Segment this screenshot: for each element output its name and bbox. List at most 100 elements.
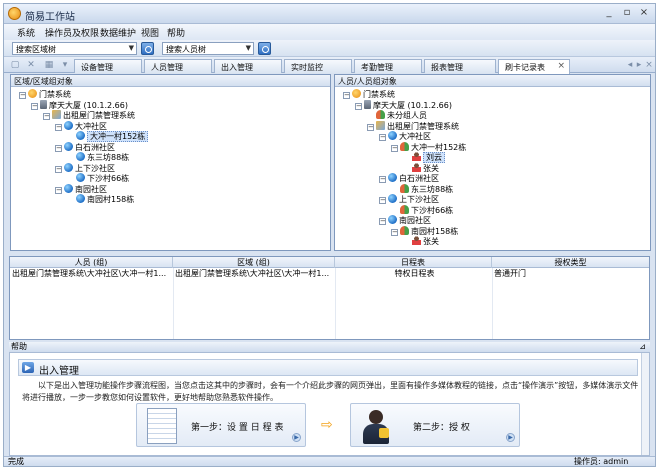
step2-card[interactable]: 第二步：授 权 ▶ <box>350 403 520 447</box>
tree-node-label: 刘云 <box>423 152 445 163</box>
step1-card[interactable]: 第一步：设 置 日 程 表 ▶ <box>136 403 306 447</box>
tree-node[interactable]: 下沙村66栋 <box>67 173 129 184</box>
globe-icon <box>76 173 85 182</box>
people-icon <box>376 110 385 119</box>
menu-operators[interactable]: 操作员及权限 <box>42 26 102 39</box>
tree-node[interactable]: − 南园社区 <box>55 183 107 195</box>
tree-node[interactable]: 南园村158栋 <box>67 194 134 205</box>
tab-realtime-monitor[interactable]: 实时监控 <box>284 59 352 73</box>
tree-node[interactable]: − 出租屋门禁管理系统 <box>43 110 135 121</box>
collapse-toggle-icon[interactable]: − <box>55 144 62 152</box>
maximize-button[interactable]: ▫ <box>620 7 634 20</box>
collapse-toggle-icon[interactable]: − <box>43 113 50 120</box>
globe-icon <box>388 215 397 224</box>
collapse-toggle-icon[interactable]: − <box>379 218 386 225</box>
minimize-button[interactable]: _ <box>602 7 616 20</box>
collapse-toggle-icon[interactable]: − <box>55 186 62 194</box>
tree-node[interactable]: − 大冲社区 <box>55 120 107 132</box>
globe-icon <box>388 194 397 203</box>
collapse-toggle-icon[interactable]: − <box>343 92 350 99</box>
tree-node[interactable]: 下沙村66栋 <box>391 204 453 216</box>
globe-icon <box>76 131 85 140</box>
tree-node[interactable]: − 门禁系统 <box>343 89 395 100</box>
tree-node[interactable]: − 白石洲社区 <box>379 173 439 184</box>
pin-icon[interactable]: ⊿ <box>639 342 646 352</box>
tab-device-management[interactable]: 设备管理 <box>74 59 142 73</box>
tree-node-label: 摩天大厦 (10.1.2.66) <box>373 100 452 110</box>
collapse-toggle-icon[interactable]: − <box>367 123 374 131</box>
tab-attendance[interactable]: 考勤管理 <box>354 59 422 73</box>
collapse-toggle-icon[interactable]: − <box>379 134 386 141</box>
tree-node[interactable]: 未分组人员 <box>367 110 427 121</box>
tree-node[interactable]: 大冲一村152栋 <box>67 131 149 142</box>
cell-auth-type[interactable]: 普通开门 <box>492 269 649 279</box>
menu-view[interactable]: 视图 <box>138 26 162 39</box>
tab-reports[interactable]: 报表管理 <box>424 59 496 73</box>
cell-schedule[interactable]: 特权日程表 <box>335 269 492 279</box>
collapse-toggle-icon[interactable]: − <box>19 92 26 99</box>
menu-data-maintenance[interactable]: 数据维护 <box>97 26 139 39</box>
collapse-toggle-icon[interactable]: − <box>355 102 362 110</box>
col-area[interactable]: 区域 (组) <box>173 257 335 268</box>
col-auth-type[interactable]: 授权类型 <box>492 257 649 268</box>
pc-icon <box>364 99 371 109</box>
tab-person-management[interactable]: 人员管理 <box>144 59 212 73</box>
tree-node[interactable]: − 门禁系统 <box>19 89 71 100</box>
help-scrollbar[interactable] <box>641 353 649 455</box>
close-tab-icon[interactable]: × <box>644 60 654 70</box>
tree-node[interactable]: − 出租屋门禁管理系统 <box>367 120 459 132</box>
tab-swipe-records[interactable]: 刷卡记录表 × <box>498 59 570 74</box>
tab-access-management[interactable]: 出入管理 <box>214 59 282 73</box>
globe-icon <box>388 173 397 182</box>
grid-header: 人员 (组) 区域 (组) 日程表 授权类型 <box>10 257 649 268</box>
tree-node[interactable]: − 白石洲社区 <box>55 141 115 153</box>
tab-close-icon[interactable]: × <box>557 61 565 71</box>
authorization-grid: 人员 (组) 区域 (组) 日程表 授权类型 出租屋门禁管理系统\大冲社区\大冲… <box>9 256 650 340</box>
collapse-toggle-icon[interactable]: − <box>55 123 62 131</box>
collapse-toggle-icon[interactable]: − <box>31 102 38 110</box>
close-button[interactable]: × <box>637 7 651 20</box>
tree-node[interactable]: − 摩天大厦 (10.1.2.66) <box>31 99 128 111</box>
person-search-button[interactable] <box>258 42 271 55</box>
menu-help[interactable]: 帮助 <box>164 26 188 39</box>
tree-node[interactable]: 张关 <box>403 236 439 247</box>
collapse-toggle-icon[interactable]: − <box>379 176 386 183</box>
new-icon[interactable]: ▢ <box>10 60 20 70</box>
tree-node[interactable]: 张关 <box>403 162 439 174</box>
tree-node[interactable]: − 南园社区 <box>379 215 431 226</box>
tree-node[interactable]: − 摩天大厦 (10.1.2.66) <box>355 99 452 111</box>
menu-system[interactable]: 系统 <box>14 26 38 39</box>
person-search-combo[interactable]: 搜索人员树 ▼ <box>162 42 254 55</box>
tree-node-label: 未分组人员 <box>387 111 427 120</box>
collapse-toggle-icon[interactable]: − <box>379 197 386 204</box>
go-icon[interactable]: ▶ <box>506 433 515 442</box>
tree-node[interactable]: − 大冲社区 <box>379 131 431 142</box>
col-person[interactable]: 人员 (组) <box>10 257 173 268</box>
area-search-button[interactable] <box>141 42 154 55</box>
tree-node[interactable]: − 上下沙社区 <box>379 194 439 205</box>
tree-node-label: 东三坊88栋 <box>411 184 454 194</box>
scroll-right-icon[interactable]: ▸ <box>634 60 644 70</box>
help-bar-label: 帮助 <box>11 342 27 351</box>
tree-node-label: 大冲一村152栋 <box>87 131 149 142</box>
collapse-toggle-icon[interactable]: − <box>391 144 398 152</box>
tree-node-label: 白石洲社区 <box>75 142 115 152</box>
tree-node[interactable]: − 大冲一村152栋 <box>391 141 466 153</box>
col-schedule[interactable]: 日程表 <box>335 257 492 268</box>
collapse-toggle-icon[interactable]: − <box>55 165 62 173</box>
tree-node[interactable]: − 南园村158栋 <box>391 225 458 237</box>
tree-node[interactable]: 刘云 <box>403 152 445 163</box>
tree-node[interactable]: − 上下沙社区 <box>55 162 115 174</box>
people-icon <box>400 225 409 235</box>
tree-node[interactable]: 东三坊88栋 <box>391 183 454 195</box>
area-tree-panel: 区域/区域组对象 − 门禁系统 − 摩天大厦 (10.1.2.66) − 出租屋门禁管理系… <box>10 74 331 251</box>
tree-node[interactable]: 东三坊88栋 <box>67 152 129 163</box>
grid-icon[interactable]: ▦ <box>44 60 54 70</box>
cell-area[interactable]: 出租屋门禁管理系统\大冲社区\大冲一村1... <box>173 269 335 279</box>
go-icon[interactable]: ▶ <box>292 433 301 442</box>
tools-icon[interactable]: ✕ <box>26 60 36 70</box>
cell-person[interactable]: 出租屋门禁管理系统\大冲社区\大冲一村1... <box>10 269 172 279</box>
collapse-toggle-icon[interactable]: − <box>391 228 398 236</box>
dropdown-icon[interactable]: ▾ <box>60 60 70 70</box>
area-search-combo[interactable]: 搜索区域树 ▼ <box>12 42 137 55</box>
